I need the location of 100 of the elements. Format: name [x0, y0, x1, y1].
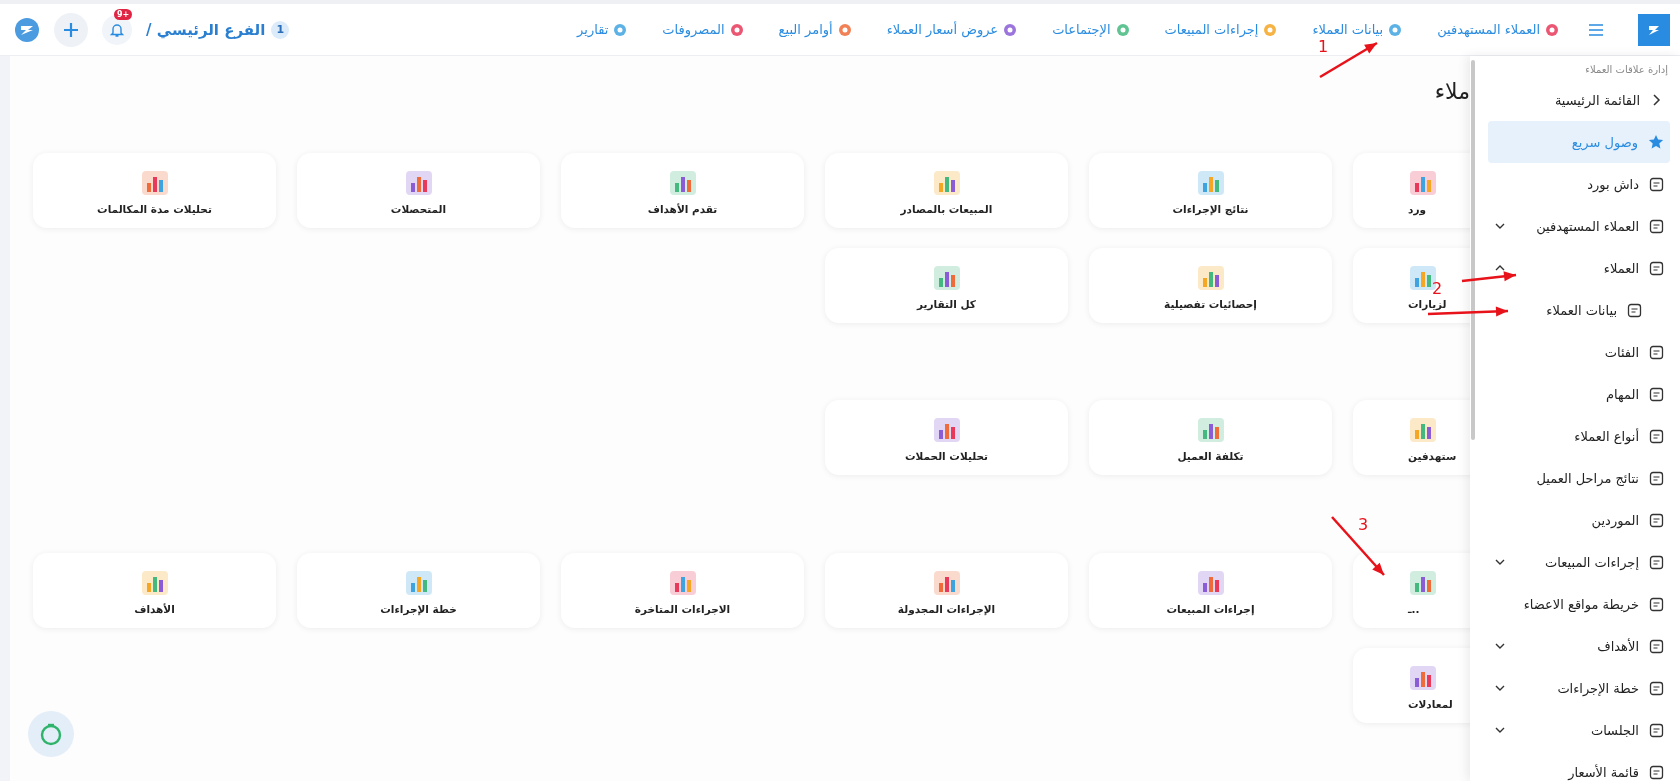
outline-square-icon	[1649, 680, 1664, 696]
sidebar-item[interactable]: العملاء	[1488, 247, 1670, 289]
card-label: الاجراءات المتاخرة	[634, 602, 731, 615]
outline-square-icon	[1649, 428, 1664, 444]
card-label: ..ـ	[1408, 602, 1420, 615]
outline-square-icon	[1649, 638, 1664, 654]
sidebar-item[interactable]: القائمة الرئيسية	[1488, 79, 1670, 121]
nav-link[interactable]: إجراءات المبيعات	[1164, 21, 1279, 38]
report-card[interactable]: نتائج الإجراءات	[1089, 153, 1332, 228]
report-card[interactable]: تقدم الأهداف	[561, 153, 804, 228]
app-logo[interactable]	[1638, 13, 1670, 46]
report-card[interactable]: تحليلات مدة المكالمات	[33, 153, 276, 228]
menu-icon[interactable]	[1588, 22, 1604, 37]
card-label: الإجراءات المجدولة	[897, 602, 996, 615]
outline-square-icon	[1649, 596, 1664, 612]
annotation-arrow	[1331, 516, 1385, 576]
sidebar-item[interactable]: الجلسات	[1488, 709, 1670, 751]
app-logo-icon[interactable]	[14, 16, 40, 43]
card-label: إحصائيات تفصيلية	[1164, 297, 1257, 310]
timer-icon	[38, 721, 64, 747]
notification-badge: +9	[114, 8, 133, 20]
sidebar-heading: إدارة علاقات العملاء	[1584, 63, 1669, 78]
card-label: الأهداف	[134, 602, 175, 615]
sidebar-item[interactable]: خطة الإجراءات	[1488, 667, 1670, 709]
branch-name[interactable]: الفرع الرئيسي /	[146, 20, 266, 39]
card-label: المتحصلات	[390, 202, 447, 215]
report-card[interactable]: إحصائيات تفصيلية	[1089, 248, 1332, 323]
sidebar-item[interactable]: الموردين	[1488, 499, 1670, 541]
report-card[interactable]: خطة الإجراءات	[297, 553, 540, 628]
sidebar-item[interactable]: إجراءات المبيعات	[1488, 541, 1670, 583]
report-card[interactable]: المتحصلات	[297, 153, 540, 228]
nav-link[interactable]: الإجتماعات	[1052, 21, 1131, 38]
ring-icon	[1114, 21, 1131, 38]
card-label: المبيعات بالمصادر	[900, 202, 993, 215]
outline-square-icon	[1627, 302, 1642, 318]
outline-square-icon	[1649, 554, 1664, 570]
sidebar-item[interactable]: نتائج مراحل العميل	[1488, 457, 1670, 499]
card-label: ورد	[1408, 202, 1426, 215]
annotation-number: 2	[1432, 280, 1443, 298]
card-label: تكلفة العميل	[1177, 449, 1244, 462]
nav-link[interactable]: بيانات العملاء	[1312, 21, 1404, 38]
sidebar-item[interactable]: العملاء المستهدفين	[1488, 205, 1670, 247]
bell-icon	[109, 21, 125, 38]
report-card[interactable]: الاجراءات المتاخرة	[561, 553, 804, 628]
branch-count-badge: 1	[271, 20, 290, 39]
sidebar-item[interactable]: الفئات	[1488, 331, 1670, 373]
ring-icon	[1262, 21, 1279, 38]
ring-icon	[728, 21, 745, 38]
card-label: ستهدفين	[1408, 449, 1457, 462]
scrollbar[interactable]	[1471, 60, 1475, 440]
report-card[interactable]: تحليلات الحملات	[825, 400, 1068, 475]
report-card[interactable]: إجراءات المبيعات	[1089, 553, 1332, 628]
card-label: تقدم الأهداف	[647, 202, 718, 215]
nav-link[interactable]: أوامر البيع	[778, 21, 853, 38]
sidebar-item[interactable]: بيانات العملاء	[1488, 289, 1670, 331]
report-card[interactable]: كل التقارير	[825, 248, 1068, 323]
card-label: نتائج الإجراءات	[1172, 202, 1249, 215]
outline-square-icon	[1649, 512, 1664, 528]
sidebar-item[interactable]: المهام	[1488, 373, 1670, 415]
report-card[interactable]: الإجراءات المجدولة	[825, 553, 1068, 628]
outline-square-icon	[1649, 218, 1664, 234]
card-label: لزيارات	[1408, 297, 1447, 310]
sidebar-item[interactable]: الأهداف	[1488, 625, 1670, 667]
ring-icon	[1387, 21, 1404, 38]
sidebar-item[interactable]: خريطة مواقع الاعضاء	[1488, 583, 1670, 625]
ring-icon	[1002, 21, 1019, 38]
outline-square-icon	[1649, 470, 1664, 486]
report-card[interactable]: ستهدفين	[1353, 400, 1470, 475]
report-card[interactable]: الأهداف	[33, 553, 276, 628]
outline-square-icon	[1649, 386, 1664, 402]
nav-link[interactable]: تقارير	[577, 21, 629, 38]
add-button[interactable]	[54, 12, 88, 47]
star-icon	[1648, 134, 1664, 150]
report-card[interactable]: ورد	[1353, 153, 1470, 228]
plus-icon	[62, 20, 80, 39]
ring-icon	[836, 21, 853, 38]
nav-link[interactable]: المصروفات	[662, 21, 745, 38]
nav-link[interactable]: العملاء المستهدفين	[1437, 21, 1560, 38]
annotation-arrow	[1319, 41, 1378, 79]
card-label: خطة الإجراءات	[380, 602, 457, 615]
sidebar-item[interactable]: أنواع العملاء	[1488, 415, 1670, 457]
card-label: كل التقارير	[917, 297, 976, 310]
card-label: لمعادلات	[1408, 697, 1453, 710]
annotation-number: 1	[1318, 38, 1329, 56]
floating-button[interactable]	[28, 711, 74, 757]
nav-link[interactable]: عروض أسعار العملاء	[886, 21, 1019, 38]
sidebar-item[interactable]: داش بورد	[1488, 163, 1670, 205]
page-title: ملاء	[1434, 78, 1470, 106]
report-card[interactable]: لمعادلات	[1353, 648, 1470, 723]
card-label: تحليلات مدة المكالمات	[97, 202, 212, 215]
annotation-arrow	[1461, 271, 1517, 283]
ring-icon	[1544, 21, 1560, 38]
report-card[interactable]: تكلفة العميل	[1089, 400, 1332, 475]
report-card[interactable]: ..ـ	[1353, 553, 1470, 628]
outline-square-icon	[1649, 764, 1664, 780]
report-card[interactable]: المبيعات بالمصادر	[825, 153, 1068, 228]
outline-square-icon	[1649, 260, 1664, 276]
sidebar-item[interactable]: قائمة الأسعار	[1488, 751, 1670, 781]
card-label: إجراءات المبيعات	[1166, 602, 1255, 615]
ring-icon	[612, 21, 629, 38]
